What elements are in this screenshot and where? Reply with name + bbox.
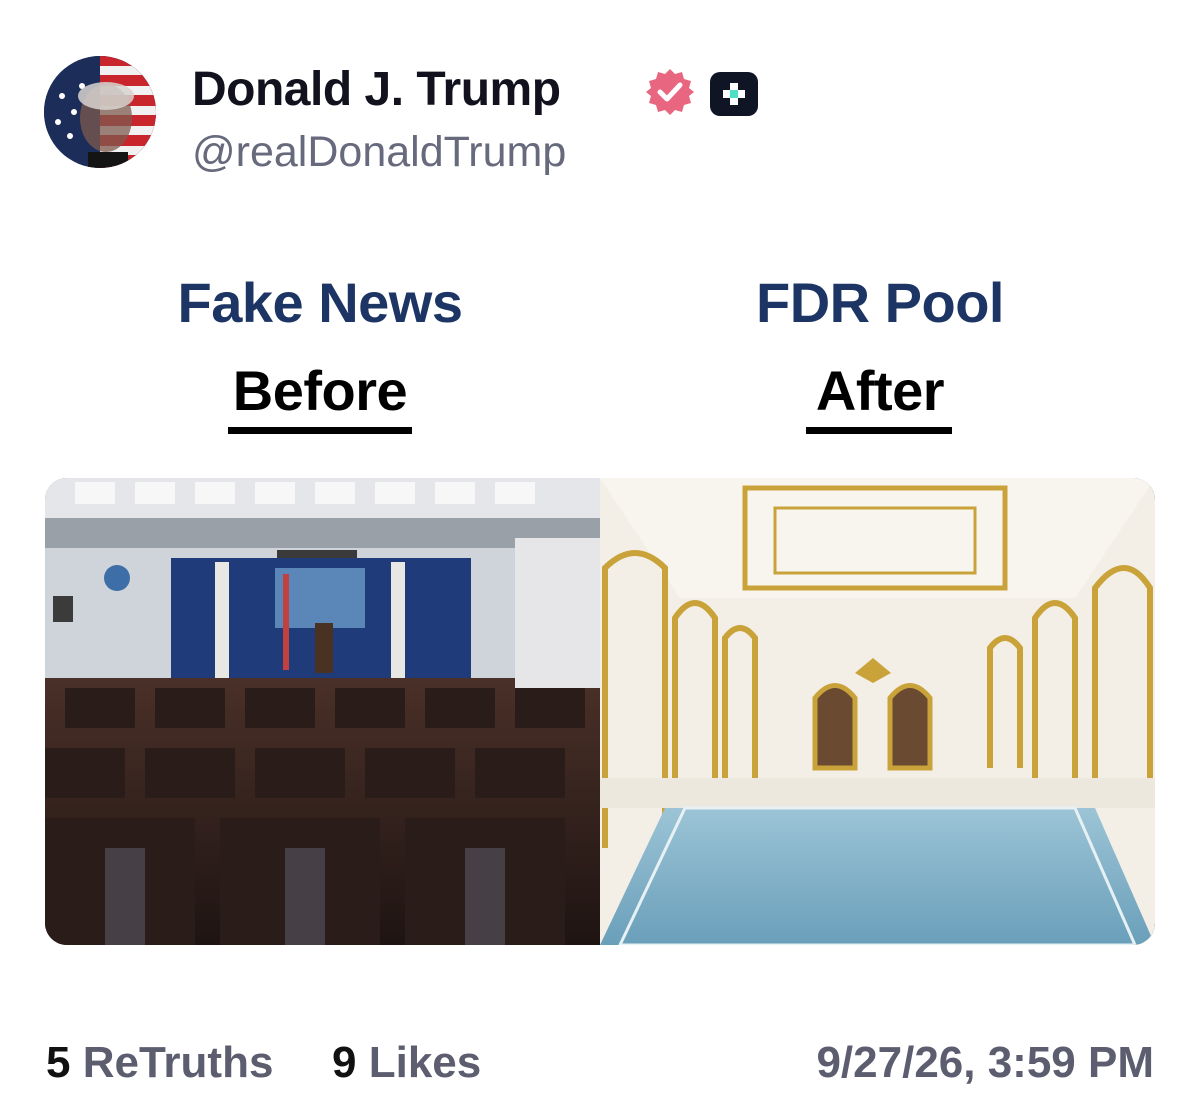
author-avatar[interactable] (44, 56, 156, 168)
likes-label: Likes (368, 1038, 482, 1087)
post-image[interactable] (45, 478, 1155, 945)
retruths-stat[interactable]: 5 ReTruths (46, 1038, 273, 1088)
before-label: Before (232, 359, 408, 422)
likes-stat[interactable]: 9 Likes (332, 1038, 481, 1088)
press-room-photo (45, 478, 600, 945)
flag-portrait-avatar-icon (44, 56, 156, 168)
retruths-label: ReTruths (82, 1038, 274, 1087)
pool-photo (600, 478, 1155, 945)
verified-badge-icon (646, 69, 694, 115)
author-display-name[interactable]: Donald J. Trump (192, 62, 561, 117)
likes-count: 9 (332, 1038, 357, 1087)
right-panel-title: FDR Pool (756, 271, 1004, 334)
left-panel-title: Fake News (177, 271, 464, 334)
author-handle[interactable]: @realDonaldTrump (192, 128, 566, 177)
after-label: After (815, 359, 945, 422)
before-underline (228, 427, 412, 434)
post-timestamp[interactable]: 9/27/26, 3:59 PM (816, 1038, 1154, 1088)
after-underline (806, 427, 952, 434)
retruths-count: 5 (46, 1038, 71, 1087)
plus-badge-icon (710, 72, 758, 116)
